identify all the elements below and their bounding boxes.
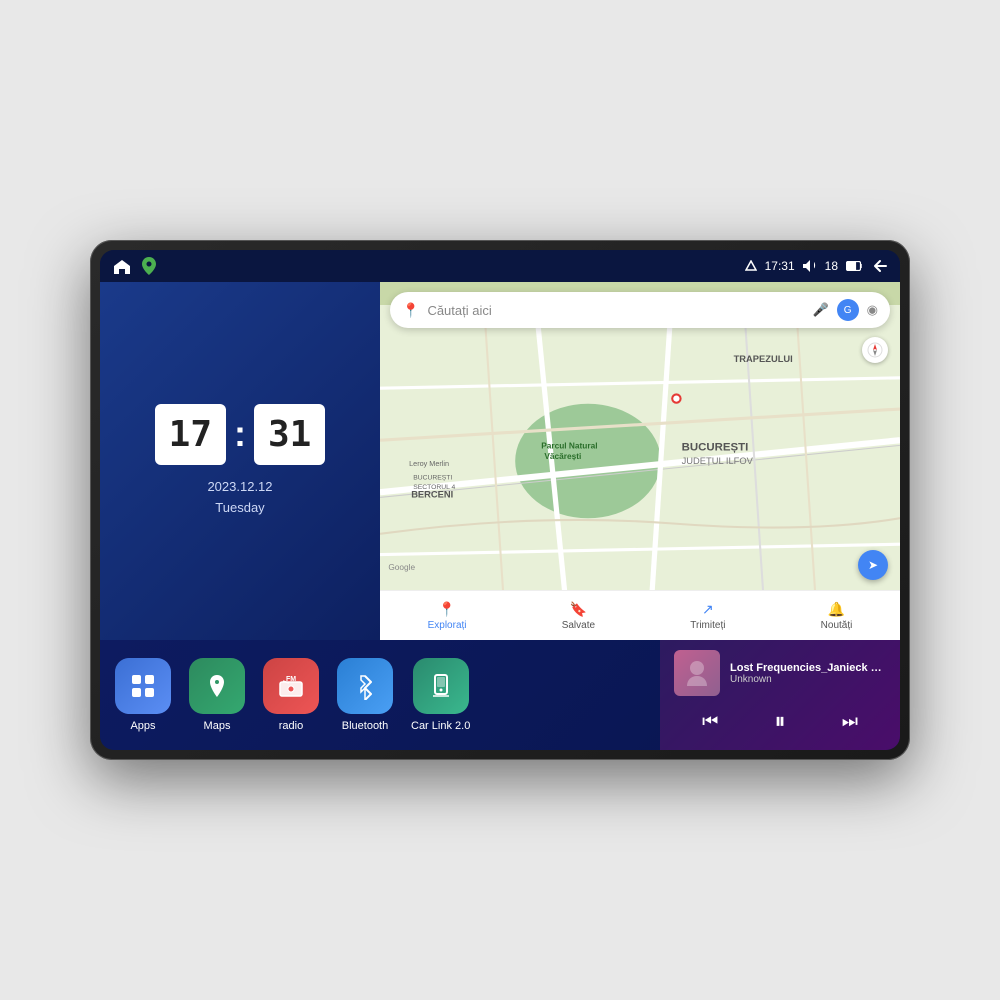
saved-icon: 🔖 [570, 601, 587, 618]
clock-status: 17:31 [765, 259, 795, 273]
maps-icon [203, 672, 231, 700]
home-icon[interactable] [112, 258, 132, 274]
radio-icon-wrapper: FM [263, 658, 319, 714]
bottom-section: Apps Maps [100, 640, 900, 750]
apps-grid-icon [129, 672, 157, 700]
svg-text:TRAPEZULUI: TRAPEZULUI [734, 354, 793, 364]
send-icon: ↗ [702, 601, 714, 618]
svg-text:Google: Google [388, 562, 415, 572]
apps-label: Apps [130, 720, 155, 732]
map-tab-send-label: Trimiteți [690, 620, 725, 631]
music-controls: ⏮ ⏸ ⏭ [674, 704, 886, 738]
back-icon[interactable] [872, 259, 888, 273]
svg-text:Leroy Merlin: Leroy Merlin [409, 459, 449, 468]
svg-text:Parcul Natural: Parcul Natural [541, 441, 597, 451]
map-tab-explore[interactable]: 📍 Explorați [428, 601, 467, 631]
clock-minute: 31 [254, 404, 325, 465]
next-button[interactable]: ⏭ [834, 707, 866, 736]
top-section: 17 : 31 2023.12.12 Tuesday [100, 282, 900, 640]
carlink-icon-wrapper [413, 658, 469, 714]
main-content: 17 : 31 2023.12.12 Tuesday [100, 282, 900, 750]
music-artist: Unknown [730, 674, 886, 685]
map-tab-send[interactable]: ↗ Trimiteți [690, 601, 725, 631]
maps-icon-wrapper [189, 658, 245, 714]
map-tab-news[interactable]: 🔔 Noutăți [821, 601, 853, 631]
volume-level: 18 [825, 259, 838, 273]
radio-label: radio [279, 720, 303, 732]
status-right: 17:31 18 [745, 259, 888, 273]
music-info: Lost Frequencies_Janieck Devy-... Unknow… [674, 650, 886, 696]
app-item-maps[interactable]: Maps [189, 658, 245, 732]
clock-hour: 17 [155, 404, 226, 465]
clock-widget: 17 : 31 2023.12.12 Tuesday [100, 282, 380, 640]
map-pin-icon: 📍 [402, 302, 419, 319]
carlink-icon [427, 672, 455, 700]
app-item-carlink[interactable]: Car Link 2.0 [411, 658, 470, 732]
maps-pin-icon[interactable] [142, 257, 156, 275]
map-navigate-button[interactable]: ➤ [858, 550, 888, 580]
explore-icon: 📍 [438, 601, 455, 618]
music-player: Lost Frequencies_Janieck Devy-... Unknow… [660, 640, 900, 750]
map-tabs: 📍 Explorați 🔖 Salvate ↗ Trimiteți 🔔 [380, 590, 900, 640]
play-pause-button[interactable]: ⏸ [766, 704, 793, 738]
svg-text:JUDEȚUL ILFOV: JUDEȚUL ILFOV [682, 456, 754, 466]
svg-text:BUCUREȘTI: BUCUREȘTI [682, 442, 749, 454]
clock-display: 17 : 31 [155, 404, 326, 465]
svg-text:Văcărești: Văcărești [544, 451, 581, 461]
map-mic-icon[interactable]: 🎤 [812, 302, 828, 318]
app-item-bluetooth[interactable]: Bluetooth [337, 658, 393, 732]
status-bar: 17:31 18 [100, 250, 900, 282]
bluetooth-icon [351, 672, 379, 700]
map-tab-saved[interactable]: 🔖 Salvate [562, 601, 595, 631]
map-settings-icon[interactable]: ◉ [867, 302, 878, 318]
svg-text:BUCUREȘTI: BUCUREȘTI [413, 475, 452, 482]
news-icon: 🔔 [828, 601, 845, 618]
music-title: Lost Frequencies_Janieck Devy-... [730, 662, 886, 674]
album-art-image [674, 650, 720, 696]
gps-icon [745, 260, 757, 272]
map-tab-saved-label: Salvate [562, 620, 595, 631]
status-left [112, 257, 156, 275]
carlink-label: Car Link 2.0 [411, 720, 470, 732]
maps-label: Maps [204, 720, 231, 732]
app-item-apps[interactable]: Apps [115, 658, 171, 732]
bluetooth-label: Bluetooth [342, 720, 388, 732]
album-art-silhouette [682, 658, 712, 688]
map-search-text[interactable]: Căutați aici [427, 303, 804, 318]
car-display-device: 17:31 18 [90, 240, 910, 760]
map-tab-news-label: Noutăți [821, 620, 853, 631]
bluetooth-icon-wrapper [337, 658, 393, 714]
volume-icon[interactable] [803, 260, 817, 272]
screen: 17:31 18 [100, 250, 900, 750]
apps-area: Apps Maps [100, 640, 660, 750]
svg-text:SECTORUL 4: SECTORUL 4 [413, 484, 455, 491]
prev-button[interactable]: ⏮ [694, 707, 726, 736]
clock-colon: : [234, 413, 246, 455]
music-text: Lost Frequencies_Janieck Devy-... Unknow… [730, 662, 886, 685]
radio-icon: FM [277, 672, 305, 700]
map-search-bar[interactable]: 📍 Căutați aici 🎤 G ◉ [390, 292, 890, 328]
clock-date: 2023.12.12 Tuesday [207, 477, 272, 519]
map-tab-explore-label: Explorați [428, 620, 467, 631]
map-area[interactable]: BUCUREȘTI JUDEȚUL ILFOV TRAPEZULUI BERCE… [380, 282, 900, 640]
album-art [674, 650, 720, 696]
map-background: BUCUREȘTI JUDEȚUL ILFOV TRAPEZULUI BERCE… [380, 282, 900, 640]
app-item-radio[interactable]: FM radio [263, 658, 319, 732]
map-avatar[interactable]: G [837, 299, 859, 321]
battery-icon [846, 261, 864, 271]
apps-icon-wrapper [115, 658, 171, 714]
map-compass[interactable] [862, 337, 888, 363]
